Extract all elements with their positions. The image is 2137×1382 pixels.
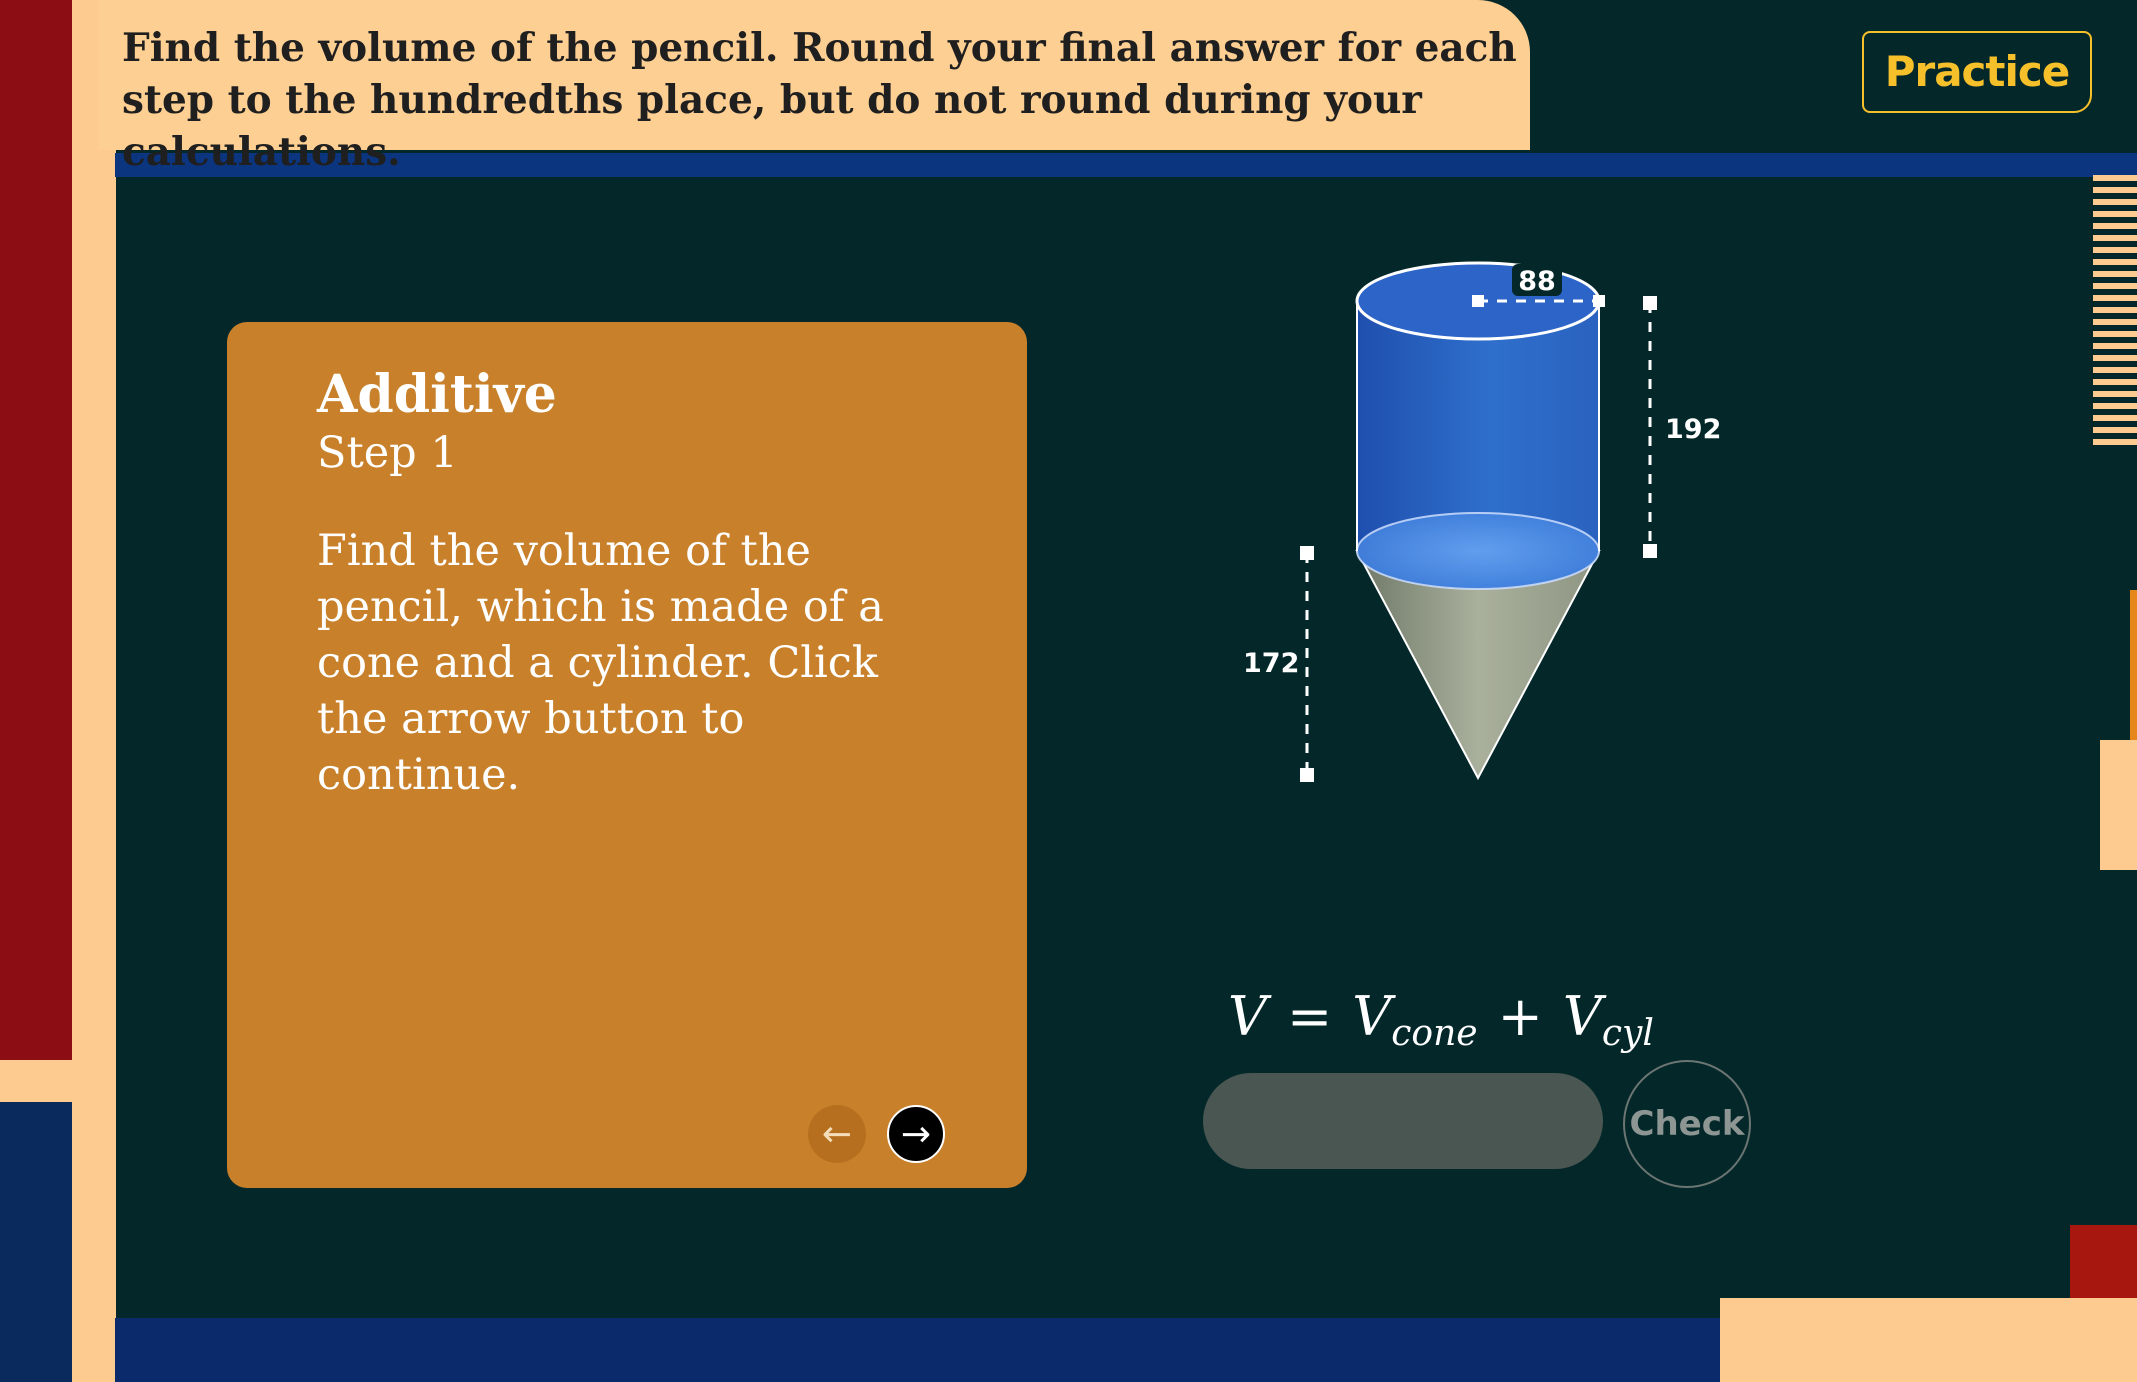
decor-peach-tab	[2100, 740, 2137, 870]
decor-navy-block	[0, 1102, 72, 1382]
decor-red-block	[0, 0, 72, 1060]
volume-formula: V = Vcone + Vcyl	[1228, 985, 1654, 1054]
instruction-text: Find the volume of the pencil. Round you…	[122, 25, 1517, 175]
cone-height-label: 172	[1243, 648, 1299, 679]
decor-peach-strip	[0, 1060, 116, 1102]
card-body-text: Find the volume of the pencil, which is …	[317, 526, 884, 800]
card-title: Additive	[317, 364, 557, 425]
answer-input[interactable]	[1203, 1073, 1603, 1169]
arrow-left-icon: ←	[821, 1113, 853, 1155]
decor-bottom-bar	[115, 1318, 1720, 1382]
decor-orange-edge	[2130, 590, 2137, 740]
decor-red-square	[2070, 1225, 2137, 1298]
arrow-right-icon: →	[900, 1113, 932, 1155]
card-step-label: Step 1	[317, 428, 458, 478]
check-button[interactable]: Check	[1623, 1060, 1751, 1188]
diameter-label: 88	[1518, 266, 1556, 297]
practice-badge: Practice	[1862, 31, 2092, 113]
decor-peach-border	[72, 0, 116, 1382]
previous-button[interactable]: ←	[808, 1105, 866, 1163]
cylinder-base	[1356, 512, 1600, 590]
decor-bottom-peach	[1720, 1298, 2137, 1382]
next-button[interactable]: →	[887, 1105, 945, 1163]
decor-stripes	[2093, 175, 2137, 445]
pencil-diagram: 88 192 172	[1243, 261, 1721, 782]
cylinder-height-label: 192	[1665, 414, 1721, 445]
